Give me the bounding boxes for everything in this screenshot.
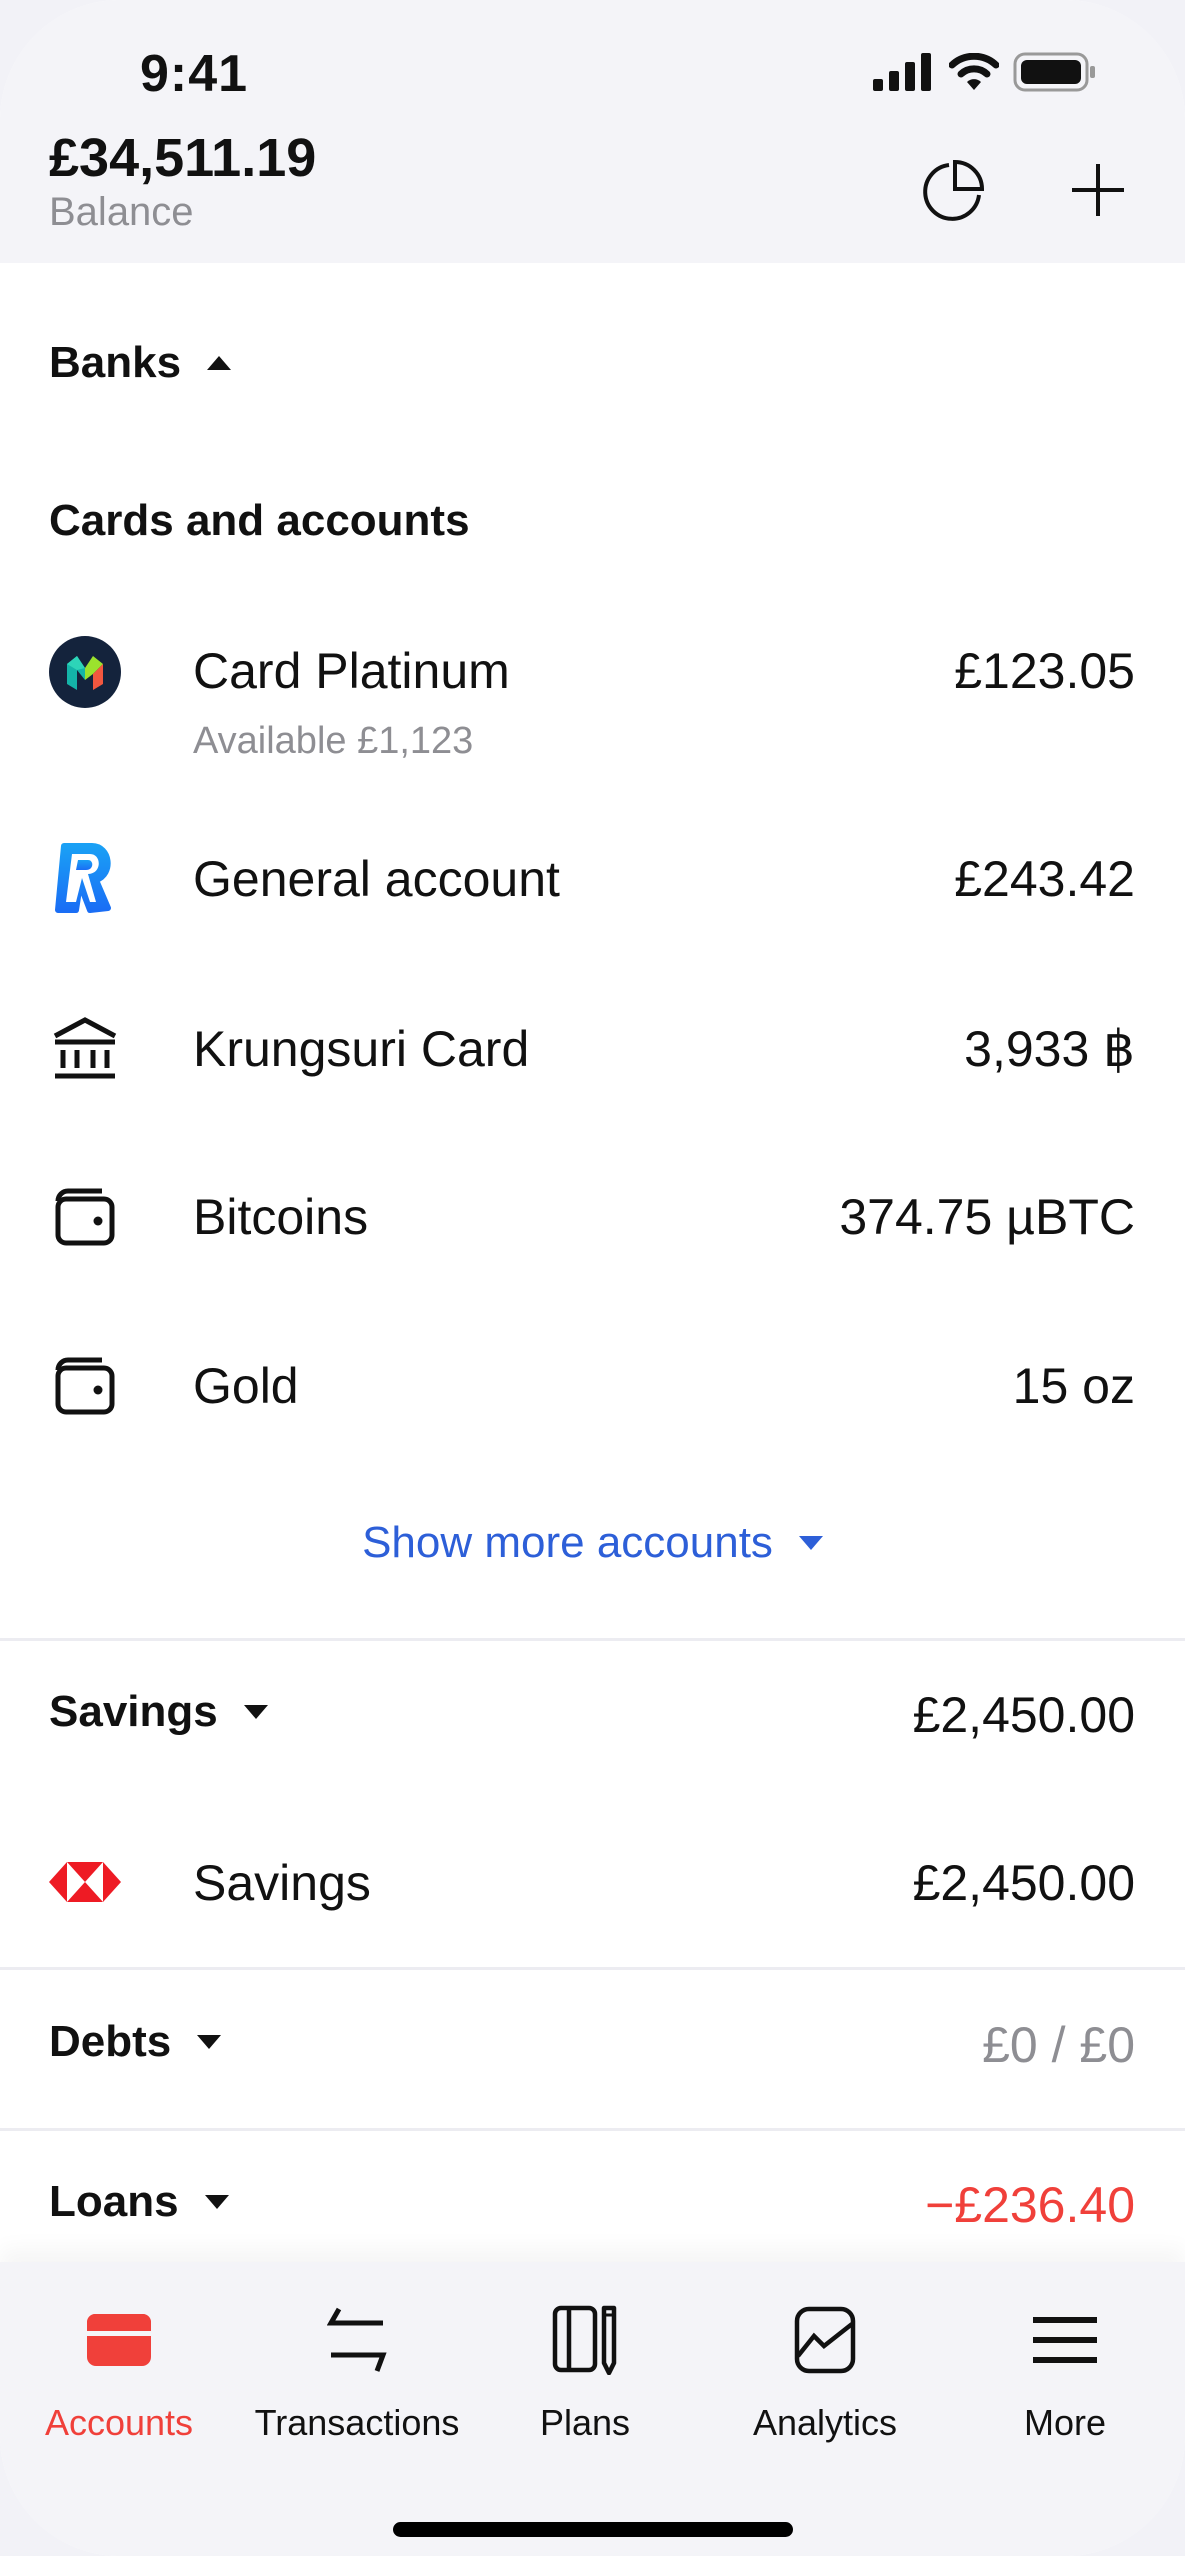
- debts-title: Debts: [49, 2017, 172, 2066]
- debts-value: £0 / £0: [982, 2017, 1135, 2073]
- tab-bar: Accounts Transactions Plans Analytics Mo…: [0, 2262, 1185, 2556]
- debts-section-toggle[interactable]: Debts £0 / £0: [0, 2010, 1185, 2090]
- add-button[interactable]: [1058, 150, 1138, 230]
- signal-icon: [873, 53, 931, 91]
- tab-label: Transactions: [254, 2402, 460, 2443]
- savings-title-wrap: Savings: [49, 1687, 268, 1737]
- show-more-label: Show more accounts: [362, 1518, 773, 1567]
- account-name: Card Platinum: [193, 643, 510, 699]
- savings-title: Savings: [49, 1687, 218, 1736]
- balance-label: Balance: [49, 190, 194, 234]
- account-name: Savings: [193, 1855, 371, 1911]
- account-value: £2,450.00: [912, 1855, 1135, 1911]
- account-available: Available £1,123: [193, 720, 474, 762]
- show-more-accounts-button[interactable]: Show more accounts: [0, 1518, 1185, 1568]
- home-indicator: [393, 2522, 793, 2537]
- loans-section-toggle[interactable]: Loans −£236.40: [0, 2170, 1185, 2250]
- analytics-chart-icon: [780, 2300, 870, 2380]
- notebook-pencil-icon: [540, 2300, 630, 2380]
- account-value: 15 oz: [1012, 1358, 1135, 1414]
- plus-icon: [1072, 164, 1124, 216]
- divider: [0, 1638, 1185, 1641]
- account-row-savings[interactable]: Savings £2,450.00: [0, 1834, 1185, 1934]
- caret-down-icon: [798, 1536, 823, 1550]
- account-value: £123.05: [954, 643, 1135, 699]
- savings-section-toggle[interactable]: Savings £2,450.00: [0, 1680, 1185, 1760]
- card-icon: [74, 2300, 164, 2380]
- divider: [0, 2128, 1185, 2131]
- transfer-arrows-icon: [312, 2300, 402, 2380]
- banks-section-toggle[interactable]: Banks: [49, 338, 232, 388]
- tab-label: Analytics: [752, 2402, 898, 2443]
- battery-icon: [1013, 52, 1095, 92]
- account-name: Gold: [193, 1358, 299, 1414]
- account-value: £243.42: [954, 851, 1135, 907]
- account-row-krungsuri-card[interactable]: Krungsuri Card 3,933 ฿: [0, 1000, 1185, 1100]
- account-row-card-platinum[interactable]: Card Platinum Available £1,123 £123.05: [0, 630, 1185, 770]
- loans-title-wrap: Loans: [49, 2177, 229, 2227]
- accounts-screen: 9:41 £34,511.19 Balance Banks Cards and …: [0, 0, 1185, 2556]
- account-name: Krungsuri Card: [193, 1021, 530, 1077]
- monzo-logo-icon: [49, 636, 121, 708]
- balance-amount: £34,511.19: [49, 128, 317, 188]
- bank-icon: [49, 1012, 121, 1084]
- caret-down-icon: [243, 1705, 268, 1719]
- caret-down-icon: [204, 2195, 229, 2209]
- cards-and-accounts-title: Cards and accounts: [49, 496, 470, 546]
- account-value: 3,933 ฿: [964, 1021, 1135, 1077]
- tab-transactions[interactable]: Transactions: [246, 2262, 468, 2444]
- account-row-gold[interactable]: Gold 15 oz: [0, 1337, 1185, 1437]
- banks-title: Banks: [49, 338, 182, 387]
- tab-plans[interactable]: Plans: [500, 2262, 670, 2444]
- wallet-icon: [49, 1180, 121, 1252]
- status-time: 9:41: [140, 45, 249, 103]
- status-icons: [873, 52, 1097, 92]
- debts-title-wrap: Debts: [49, 2017, 222, 2067]
- tab-label: Plans: [539, 2402, 631, 2443]
- tab-accounts[interactable]: Accounts: [24, 2262, 214, 2444]
- menu-icon: [1020, 2300, 1110, 2380]
- chart-button[interactable]: [914, 150, 994, 230]
- tab-more[interactable]: More: [990, 2262, 1140, 2444]
- account-value: 374.75 µBTC: [839, 1189, 1135, 1245]
- revolut-logo-icon: [49, 842, 121, 914]
- cards-and-accounts-label: Cards and accounts: [49, 496, 470, 545]
- savings-total: £2,450.00: [912, 1687, 1135, 1743]
- pie-chart-icon: [923, 159, 985, 221]
- loans-value: −£236.40: [925, 2177, 1135, 2233]
- loans-title: Loans: [49, 2177, 179, 2226]
- caret-up-icon: [207, 356, 232, 370]
- wifi-icon: [949, 53, 999, 90]
- hsbc-logo-icon: [49, 1846, 121, 1918]
- tab-label: Accounts: [44, 2402, 194, 2443]
- account-name: Bitcoins: [193, 1189, 369, 1245]
- wallet-icon: [49, 1349, 121, 1421]
- account-row-general-account[interactable]: General account £243.42: [0, 830, 1185, 930]
- tab-analytics[interactable]: Analytics: [735, 2262, 915, 2444]
- account-row-bitcoins[interactable]: Bitcoins 374.75 µBTC: [0, 1168, 1185, 1268]
- tab-label: More: [1023, 2402, 1107, 2443]
- account-name: General account: [193, 851, 560, 907]
- caret-down-icon: [197, 2035, 222, 2049]
- divider: [0, 1967, 1185, 1970]
